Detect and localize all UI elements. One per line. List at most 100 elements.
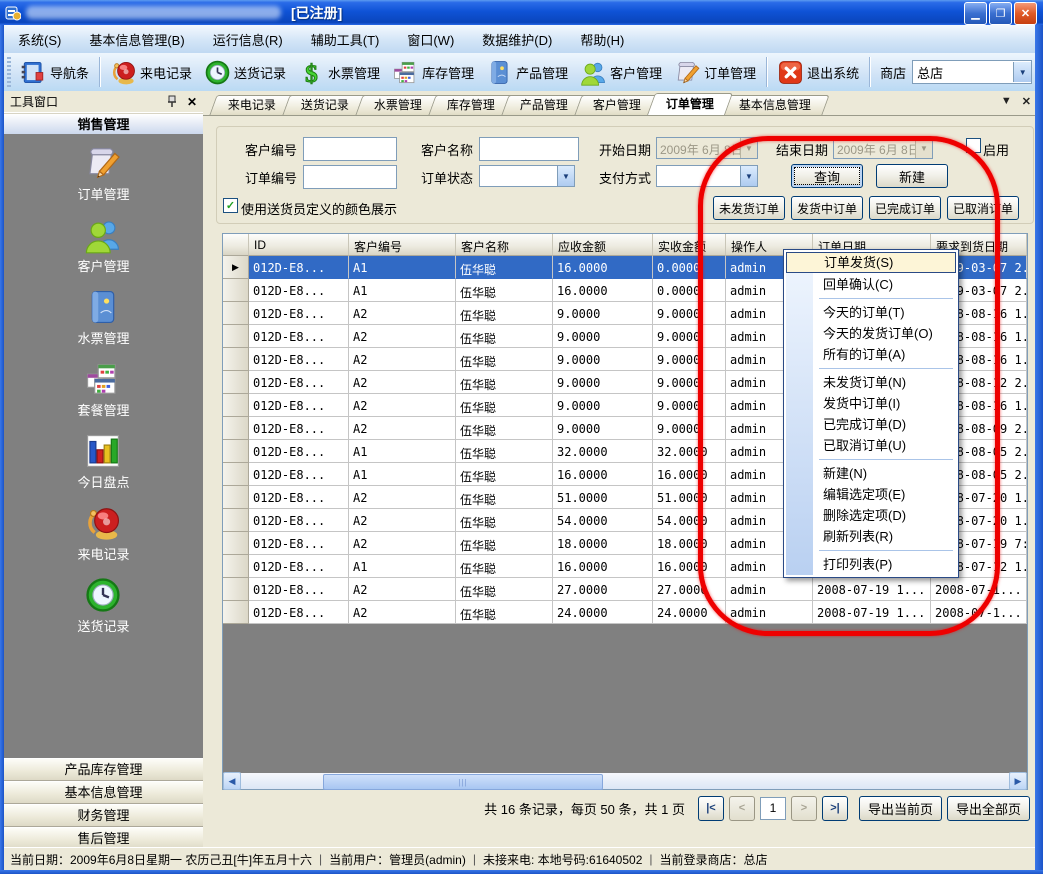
row-selector[interactable] [223,509,249,532]
column-header-实收金额[interactable]: 实收金额 [653,234,726,256]
prev-page-button[interactable]: < [729,796,755,821]
tab-list-dropdown-icon[interactable]: ▼ [1001,95,1012,108]
row-selector[interactable] [223,463,249,486]
sidebar-item-今日盘点[interactable]: 今日盘点 [77,432,129,491]
tab-订单管理[interactable]: 订单管理 [647,93,733,115]
restore-button[interactable]: ❐ [989,2,1012,25]
enable-checkbox[interactable] [966,138,981,153]
context-menu-item[interactable]: 编辑选定项(E) [786,484,956,505]
context-menu-item[interactable]: 刷新列表(R) [786,526,956,547]
context-menu-item[interactable]: 未发货订单(N) [786,372,956,393]
toolbar-button[interactable]: 产品管理 [480,57,574,88]
context-menu-item[interactable]: 新建(N) [786,463,956,484]
tab-水票管理[interactable]: 水票管理 [355,95,440,115]
table-row[interactable]: 012D-E8...A2伍华聪24.000024.0000admin2008-0… [223,601,1027,624]
toolbar-button[interactable]: 库存管理 [386,57,480,88]
sidebar-item-套餐管理[interactable]: 套餐管理 [77,360,129,419]
sidebar-item-订单管理[interactable]: 订单管理 [77,144,129,203]
scrollbar-thumb[interactable]: ||| [323,774,603,790]
context-menu-item[interactable]: 已完成订单(D) [786,414,956,435]
filter-button-发货中订单[interactable]: 发货中订单 [791,196,863,220]
table-row[interactable]: 012D-E8...A2伍华聪27.000027.0000admin2008-0… [223,578,1027,601]
row-selector[interactable] [223,279,249,302]
tab-基本信息管理[interactable]: 基本信息管理 [720,95,829,115]
context-menu-item[interactable]: 回单确认(C) [786,274,956,295]
payment-select[interactable]: ▼ [656,165,758,187]
sidebar-section-产品库存管理[interactable]: 产品库存管理 [4,758,203,781]
start-date-picker[interactable]: 2009年 6月 8日 ▼ [656,137,758,159]
menu-item[interactable]: 运行信息(R) [199,25,297,54]
row-selector[interactable] [223,555,249,578]
toolbar-button[interactable]: $水票管理 [292,57,386,88]
tab-库存管理[interactable]: 库存管理 [428,95,513,115]
row-selector[interactable]: ▶ [223,256,249,279]
menu-item[interactable]: 系统(S) [4,25,75,54]
delivery-color-checkbox[interactable]: ✓ [223,198,238,213]
toolbar-button[interactable]: 订单管理 [668,57,762,88]
menu-item[interactable]: 基本信息管理(B) [75,25,198,54]
context-menu-item[interactable]: 删除选定项(D) [786,505,956,526]
sidebar-item-水票管理[interactable]: 水票管理 [77,288,129,347]
tool-window-close-icon[interactable]: ✕ [187,95,197,109]
tab-来电记录[interactable]: 来电记录 [209,95,294,115]
pin-icon[interactable] [166,95,178,108]
column-header-客户名称[interactable]: 客户名称 [456,234,553,256]
column-header-客户编号[interactable]: 客户编号 [349,234,456,256]
order-no-input[interactable] [303,165,397,189]
filter-button-已取消订单[interactable]: 已取消订单 [947,196,1019,220]
end-date-picker[interactable]: 2009年 6月 8日 ▼ [833,137,933,159]
row-selector[interactable] [223,601,249,624]
sidebar-item-送货记录[interactable]: 送货记录 [77,576,129,635]
row-selector[interactable] [223,394,249,417]
menu-item[interactable]: 辅助工具(T) [297,25,394,54]
row-selector[interactable] [223,348,249,371]
customer-name-input[interactable] [479,137,579,161]
context-menu-item[interactable]: 所有的订单(A) [786,344,956,365]
filter-button-未发货订单[interactable]: 未发货订单 [713,196,785,220]
toolbar-button[interactable]: 退出系统 [771,57,865,88]
column-header-ID[interactable]: ID [249,234,349,256]
last-page-button[interactable]: >| [822,796,848,821]
filter-button-已完成订单[interactable]: 已完成订单 [869,196,941,220]
context-menu-item[interactable]: 发货中订单(I) [786,393,956,414]
sidebar-section-基本信息管理[interactable]: 基本信息管理 [4,781,203,804]
export-current-page-button[interactable]: 导出当前页 [859,796,942,821]
first-page-button[interactable]: |< [698,796,724,821]
shop-select[interactable]: 总店▼ [912,60,1032,84]
row-selector[interactable] [223,417,249,440]
toolbar-button[interactable]: 来电记录 [104,57,198,88]
tab-close-icon[interactable]: ✕ [1022,95,1031,108]
row-selector[interactable] [223,325,249,348]
sidebar-item-来电记录[interactable]: 来电记录 [77,504,129,563]
row-selector[interactable] [223,532,249,555]
scroll-left-icon[interactable]: ◀ [223,772,241,790]
sidebar-section-财务管理[interactable]: 财务管理 [4,804,203,827]
query-button[interactable]: 查询 [791,164,863,188]
row-selector[interactable] [223,578,249,601]
customer-no-input[interactable] [303,137,397,161]
column-header-应收金额[interactable]: 应收金额 [553,234,653,256]
context-menu-item[interactable]: 今天的发货订单(O) [786,323,956,344]
context-menu-item[interactable]: 订单发货(S) [786,252,956,273]
new-button[interactable]: 新建 [876,164,948,188]
export-all-pages-button[interactable]: 导出全部页 [947,796,1030,821]
order-status-select[interactable]: ▼ [479,165,575,187]
horizontal-scrollbar[interactable]: ◀ ||| ▶ [223,773,1027,789]
menu-item[interactable]: 窗口(W) [393,25,468,54]
row-selector[interactable] [223,302,249,325]
toolbar-button[interactable]: 导航条 [14,57,95,88]
menu-item[interactable]: 数据维护(D) [468,25,566,54]
menu-item[interactable]: 帮助(H) [566,25,638,54]
context-menu-item[interactable]: 已取消订单(U) [786,435,956,456]
toolbar-button[interactable]: 送货记录 [198,57,292,88]
sidebar-section-sales[interactable]: 销售管理 [4,113,203,136]
next-page-button[interactable]: > [791,796,817,821]
page-number-input[interactable] [760,797,786,820]
toolbar-button[interactable]: 客户管理 [574,57,668,88]
tab-产品管理[interactable]: 产品管理 [501,95,586,115]
close-button[interactable]: ✕ [1014,2,1037,25]
row-selector[interactable] [223,371,249,394]
tab-送货记录[interactable]: 送货记录 [282,95,367,115]
minimize-button[interactable]: ▁ [964,2,987,25]
context-menu-item[interactable]: 打印列表(P) [786,554,956,575]
